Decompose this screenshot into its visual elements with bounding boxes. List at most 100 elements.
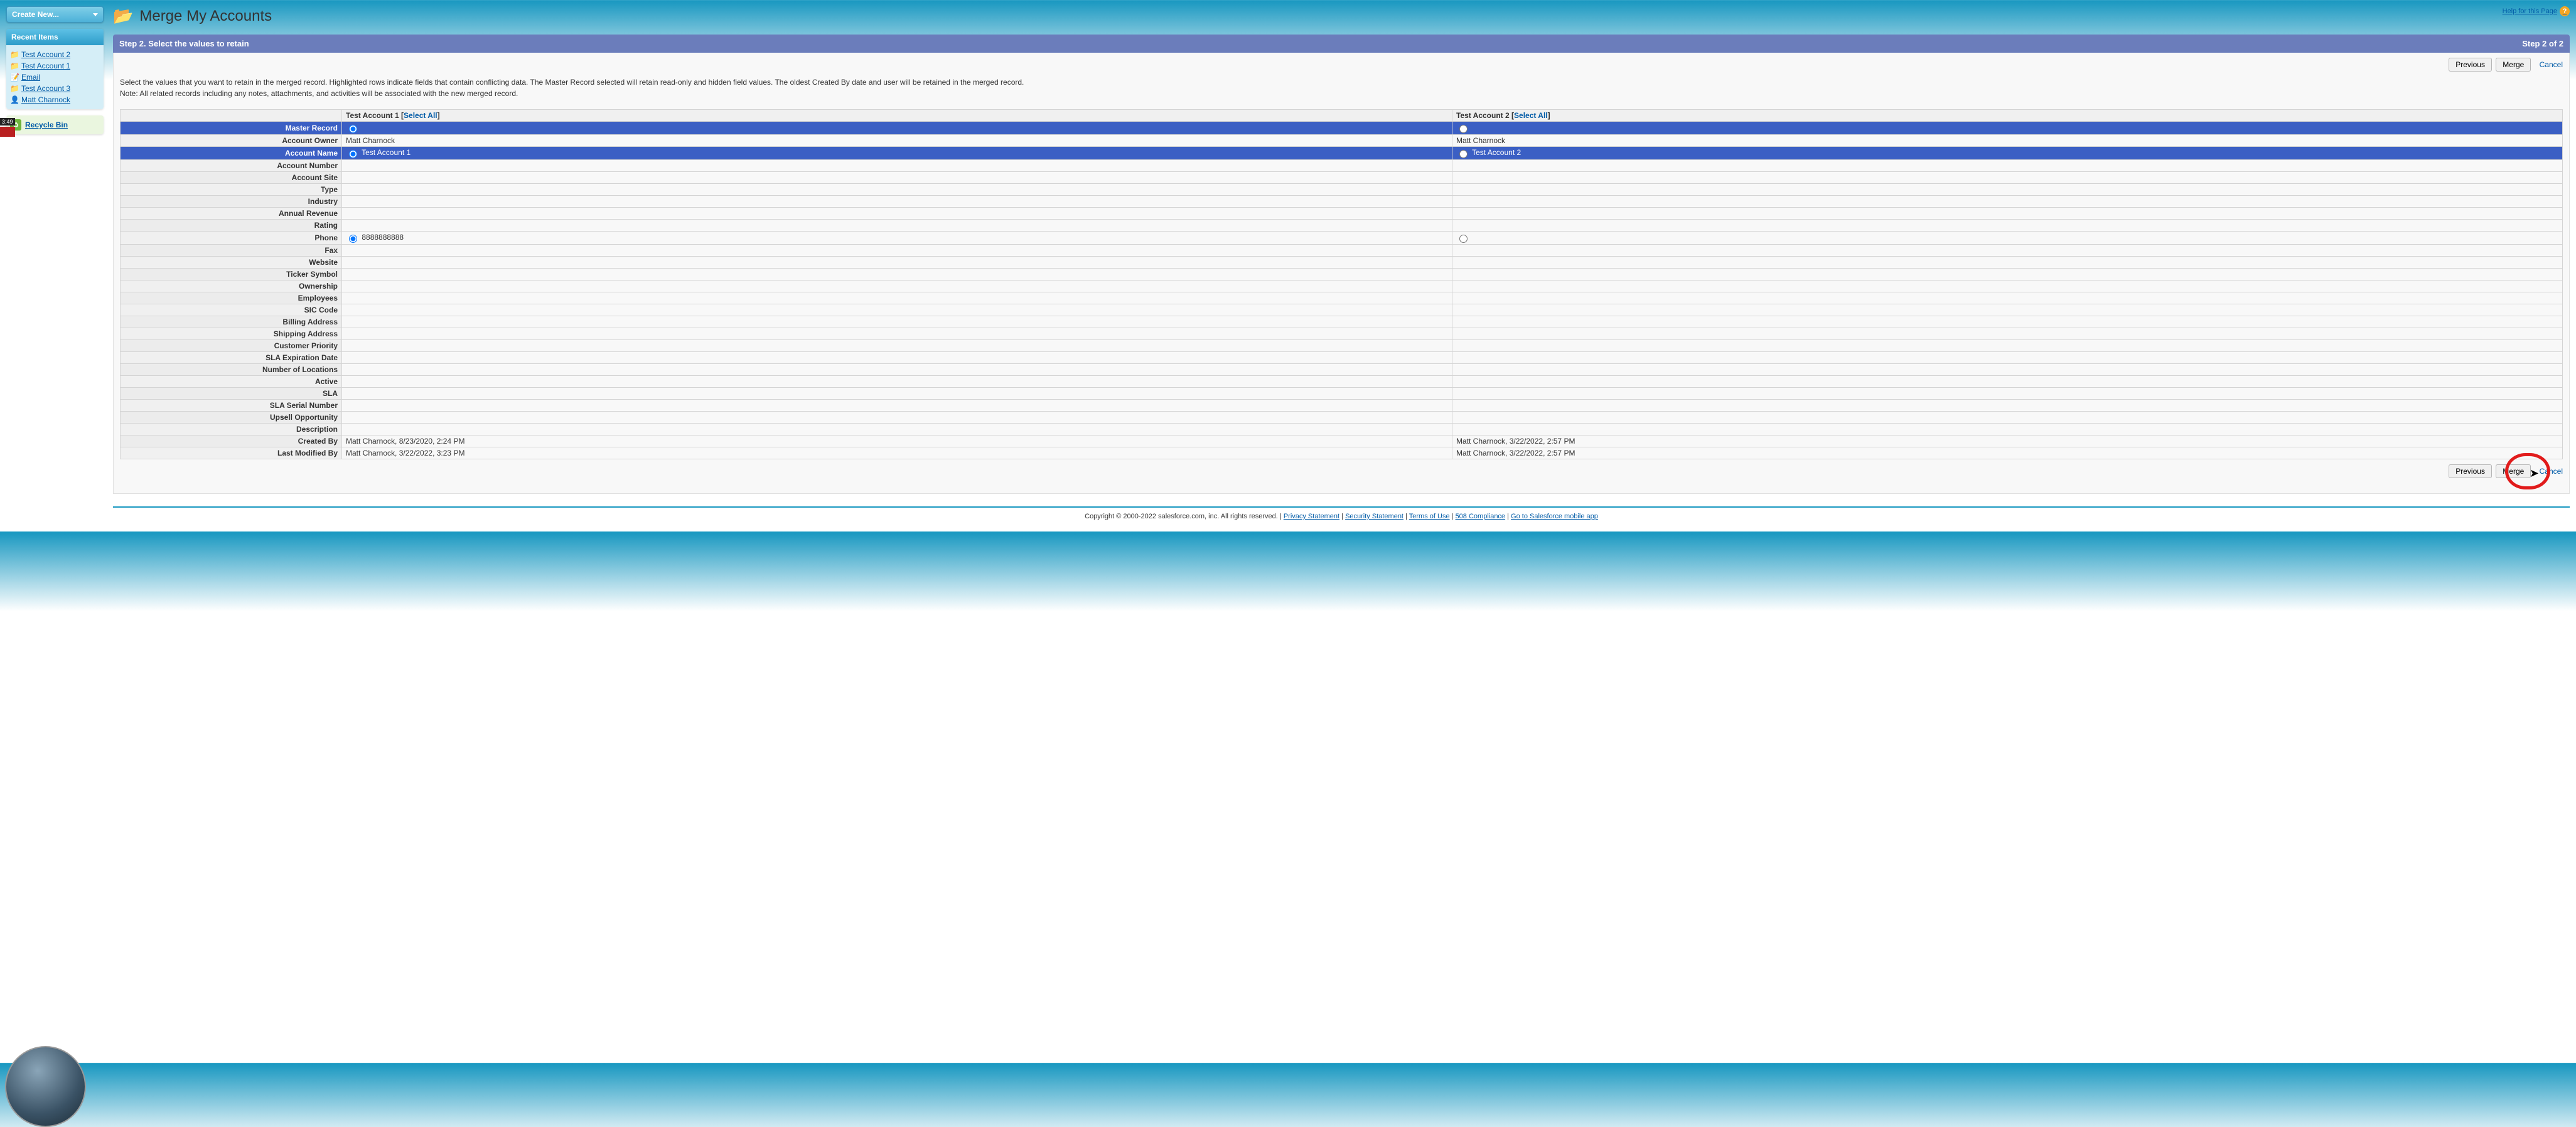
instructions-line-2: Note: All related records including any …	[120, 89, 2563, 98]
recent-item-link[interactable]: Test Account 3	[21, 84, 70, 93]
help-icon: ?	[2560, 6, 2570, 16]
recent-item-link[interactable]: Matt Charnock	[21, 95, 70, 104]
row-account-name: Account Name Test Account 1 Test Account…	[121, 147, 2563, 160]
user-icon: 👤	[10, 95, 19, 104]
cell-value: Matt Charnock	[1452, 135, 2563, 147]
help-link[interactable]: Help for this Page ?	[2503, 6, 2570, 16]
cell-value: Matt Charnock, 3/22/2022, 2:57 PM	[1452, 447, 2563, 459]
select-all-1[interactable]: Select All	[404, 111, 437, 120]
recent-item: 📁 Test Account 1	[10, 60, 100, 72]
recent-item: 📝 Email	[10, 72, 100, 83]
field-label: Account Name	[121, 147, 342, 160]
folder-icon: 📂	[113, 6, 133, 26]
record-indicator	[0, 127, 15, 137]
recent-items-panel: Recent Items 📁 Test Account 2 📁 Test Acc…	[6, 29, 104, 109]
cell-value: Matt Charnock, 3/22/2022, 2:57 PM	[1452, 435, 2563, 447]
step-header: Step 2. Select the values to retain Step…	[113, 35, 2570, 53]
note-icon: 📝	[10, 73, 19, 82]
recent-item-link[interactable]: Test Account 2	[21, 50, 70, 59]
recent-item: 👤 Matt Charnock	[10, 94, 100, 105]
footer: Copyright © 2000-2022 salesforce.com, in…	[113, 506, 2570, 525]
webcam-overlay	[5, 1046, 86, 1127]
blank-header	[121, 110, 342, 122]
step-title: Step 2. Select the values to retain	[119, 39, 249, 48]
row-created-by: Created By Matt Charnock, 8/23/2020, 2:2…	[121, 435, 2563, 447]
name-radio-1[interactable]	[349, 150, 357, 158]
recycle-bin-link[interactable]: Recycle Bin	[25, 120, 68, 129]
row-priority: Customer Priority	[121, 340, 2563, 352]
page-title: Merge My Accounts	[139, 8, 272, 25]
recent-items-body: 📁 Test Account 2 📁 Test Account 1 📝 Emai…	[6, 45, 104, 109]
cell-value: Matt Charnock, 3/22/2022, 3:23 PM	[342, 447, 1452, 459]
footer-link[interactable]: Security Statement	[1345, 513, 1403, 520]
footer-link[interactable]: Go to Salesforce mobile app	[1511, 513, 1598, 520]
row-upsell: Upsell Opportunity	[121, 412, 2563, 424]
field-label: Account Owner	[121, 135, 342, 147]
recent-item: 📁 Test Account 3	[10, 83, 100, 94]
row-sla: SLA	[121, 388, 2563, 400]
recent-items-header: Recent Items	[6, 29, 104, 45]
previous-button[interactable]: Previous	[2449, 58, 2492, 72]
footer-link[interactable]: Terms of Use	[1409, 513, 1450, 520]
row-ticker: Ticker Symbol	[121, 269, 2563, 280]
create-new-label: Create New...	[12, 10, 59, 19]
phone-radio-1[interactable]	[349, 235, 357, 243]
cell-value: Matt Charnock	[342, 135, 1452, 147]
row-fax: Fax	[121, 245, 2563, 257]
timer-badge: 3:49	[0, 118, 15, 126]
row-billing: Billing Address	[121, 316, 2563, 328]
step-position: Step 2 of 2	[2522, 39, 2563, 48]
create-new-button[interactable]: Create New...	[6, 6, 104, 23]
master-radio-2[interactable]	[1459, 125, 1468, 133]
main-content: Help for this Page ? 📂 Merge My Accounts…	[113, 6, 2570, 525]
account-icon: 📁	[10, 61, 19, 70]
row-employees: Employees	[121, 292, 2563, 304]
row-ownership: Ownership	[121, 280, 2563, 292]
row-sic: SIC Code	[121, 304, 2563, 316]
row-account-owner: Account Owner Matt Charnock Matt Charnoc…	[121, 135, 2563, 147]
row-phone: Phone 8888888888	[121, 232, 2563, 245]
phone-radio-2[interactable]	[1459, 235, 1468, 243]
sidebar: Create New... Recent Items 📁 Test Accoun…	[6, 6, 104, 525]
recording-overlay: 3:49	[0, 118, 15, 137]
account-icon: 📁	[10, 50, 19, 59]
footer-link[interactable]: Privacy Statement	[1284, 513, 1339, 520]
row-master-record: Master Record	[121, 122, 2563, 135]
name-radio-2[interactable]	[1459, 150, 1468, 158]
field-label: Master Record	[121, 122, 342, 135]
top-button-row: Previous Merge Cancel	[114, 53, 2569, 75]
cancel-link[interactable]: Cancel	[2540, 60, 2563, 69]
chevron-down-icon	[93, 13, 98, 16]
recent-item-link[interactable]: Test Account 1	[21, 61, 70, 70]
row-website: Website	[121, 257, 2563, 269]
row-shipping: Shipping Address	[121, 328, 2563, 340]
bottom-button-row: Previous Merge Cancel ➤	[114, 459, 2569, 482]
row-annual-revenue: Annual Revenue	[121, 208, 2563, 220]
recent-item: 📁 Test Account 2	[10, 49, 100, 60]
row-rating: Rating	[121, 220, 2563, 232]
merge-table: Test Account 1 [Select All] Test Account…	[120, 109, 2563, 459]
cell-value: Matt Charnock, 8/23/2020, 2:24 PM	[342, 435, 1452, 447]
row-last-modified-by: Last Modified By Matt Charnock, 3/22/202…	[121, 447, 2563, 459]
footer-link[interactable]: 508 Compliance	[1456, 513, 1506, 520]
recent-item-link[interactable]: Email	[21, 73, 40, 82]
row-active: Active	[121, 376, 2563, 388]
account-icon: 📁	[10, 84, 19, 93]
instructions-line-1: Select the values that you want to retai…	[120, 78, 2563, 87]
recycle-bin-panel[interactable]: ♻ Recycle Bin	[6, 115, 104, 134]
master-radio-1[interactable]	[349, 125, 357, 133]
row-sla-expiration: SLA Expiration Date	[121, 352, 2563, 364]
merge-button[interactable]: Merge	[2496, 58, 2531, 72]
previous-button-bottom[interactable]: Previous	[2449, 464, 2492, 478]
select-all-2[interactable]: Select All	[1514, 111, 1548, 120]
cancel-link-bottom[interactable]: Cancel	[2540, 467, 2563, 476]
row-industry: Industry	[121, 196, 2563, 208]
row-sla-serial: SLA Serial Number	[121, 400, 2563, 412]
column-1-header: Test Account 1 [Select All]	[342, 110, 1452, 122]
content-box: Previous Merge Cancel Select the values …	[113, 53, 2570, 494]
merge-button-bottom[interactable]: Merge	[2496, 464, 2531, 478]
row-locations: Number of Locations	[121, 364, 2563, 376]
cursor-icon: ➤	[2530, 467, 2539, 480]
row-account-site: Account Site	[121, 172, 2563, 184]
column-2-header: Test Account 2 [Select All]	[1452, 110, 2563, 122]
